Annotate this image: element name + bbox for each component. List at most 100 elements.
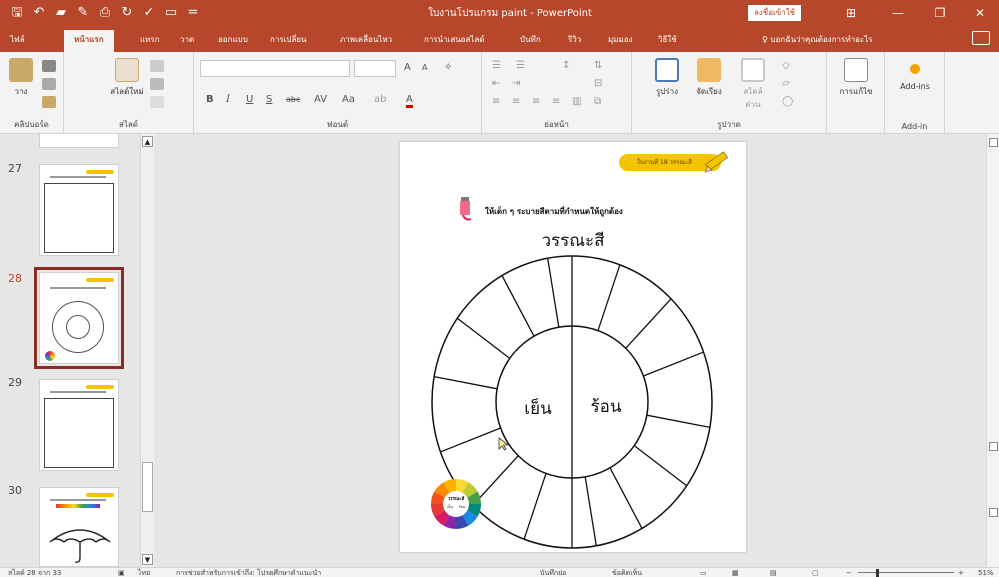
- tab-animations[interactable]: ภาพเคลื่อนไหว: [340, 33, 392, 46]
- font-size-dropdown[interactable]: [354, 60, 396, 77]
- shape-fill-icon[interactable]: ◇: [782, 60, 790, 71]
- ribbon-display-options-icon[interactable]: ⊞: [833, 0, 869, 26]
- spellcheck-icon[interactable]: ▣: [118, 568, 125, 577]
- spelling-icon[interactable]: ✓: [140, 4, 158, 22]
- scroll-box-icon[interactable]: [989, 442, 998, 451]
- align-right-icon[interactable]: ≡: [532, 96, 540, 107]
- scrollbar-thumb[interactable]: [142, 462, 153, 512]
- customize-qat-icon[interactable]: =: [184, 4, 202, 22]
- align-center-icon[interactable]: ≡: [512, 96, 520, 107]
- character-spacing-icon[interactable]: AV: [314, 94, 327, 105]
- layout-icon[interactable]: [150, 60, 164, 72]
- cut-icon[interactable]: [42, 60, 56, 72]
- font-color-icon[interactable]: A: [406, 94, 413, 108]
- accessibility-status[interactable]: การช่วยสำหรับการเข้าถึง: โปรดศึกษาคำแนะน…: [176, 568, 321, 577]
- clear-formatting-icon[interactable]: ✧: [444, 62, 452, 73]
- paste-button[interactable]: วาง: [4, 58, 38, 98]
- tab-file[interactable]: ไฟล์: [10, 33, 25, 46]
- tab-home[interactable]: หน้าแรก: [64, 30, 114, 52]
- format-painter-icon[interactable]: [42, 96, 56, 108]
- italic-button[interactable]: I: [226, 94, 230, 105]
- editing-button[interactable]: การแก้ไข: [839, 58, 873, 98]
- tab-view[interactable]: มุมมอง: [608, 33, 633, 46]
- tab-help[interactable]: วิธีใช้: [658, 33, 677, 46]
- shrink-font-button[interactable]: A: [422, 63, 427, 72]
- zoom-slider-handle[interactable]: [876, 569, 879, 577]
- slide-thumbnail-26[interactable]: [39, 134, 119, 148]
- scroll-down-icon[interactable]: ▼: [142, 554, 153, 565]
- columns-icon[interactable]: ▥: [572, 96, 581, 107]
- minimize-button[interactable]: —: [880, 0, 916, 26]
- slide-editing-canvas[interactable]: ใบงานที่ 18 วรรณะสี ให้เด็ก ๆ ระบายสีตาม…: [160, 134, 986, 567]
- align-text-icon[interactable]: ⊟: [594, 78, 602, 89]
- tab-slideshow[interactable]: การนำเสนอสไลด์: [424, 33, 485, 46]
- format-painter-icon[interactable]: ✎: [74, 4, 92, 22]
- slide-28[interactable]: ใบงานที่ 18 วรรณะสี ให้เด็ก ๆ ระบายสีตาม…: [400, 142, 746, 552]
- tab-design[interactable]: ออกแบบ: [218, 33, 248, 46]
- close-button[interactable]: ✕: [962, 0, 998, 26]
- line-spacing-icon[interactable]: ↕: [562, 60, 570, 71]
- reading-view-icon[interactable]: ▤: [770, 568, 777, 577]
- tab-insert[interactable]: แทรก: [140, 33, 160, 46]
- font-name-dropdown[interactable]: [200, 60, 350, 77]
- new-slide-icon[interactable]: ▭: [162, 4, 180, 22]
- section-icon[interactable]: [150, 96, 164, 108]
- thumbnail-scrollbar[interactable]: ▲ ▼: [140, 134, 154, 567]
- slide-sorter-icon[interactable]: ▦: [732, 568, 739, 577]
- print-icon[interactable]: ⎙: [96, 4, 114, 22]
- save-icon[interactable]: 🖫: [8, 4, 26, 22]
- increase-indent-icon[interactable]: ⇥: [512, 78, 520, 89]
- tell-me-search[interactable]: ♀ บอกฉันว่าคุณต้องการทำอะไร: [762, 33, 873, 46]
- slide-thumbnail-28-selected[interactable]: [34, 267, 124, 369]
- tab-transitions[interactable]: การเปลี่ยน: [270, 33, 307, 46]
- tab-review[interactable]: รีวิว: [568, 33, 581, 46]
- justify-icon[interactable]: ≡: [552, 96, 560, 107]
- reset-icon[interactable]: [150, 78, 164, 90]
- comments-button[interactable]: ข้อคิดเห็น: [612, 568, 642, 577]
- open-folder-icon[interactable]: ▰: [52, 4, 70, 22]
- zoom-out-button[interactable]: −: [846, 568, 852, 577]
- sign-in-button[interactable]: ลงชื่อเข้าใช้: [748, 5, 802, 21]
- shapes-button[interactable]: รูปร่าง: [650, 58, 684, 98]
- notes-button[interactable]: บันทึกย่อ: [540, 568, 566, 577]
- arrange-button[interactable]: จัดเรียง: [692, 58, 726, 98]
- bold-button[interactable]: B: [206, 94, 214, 105]
- comments-icon[interactable]: [972, 31, 990, 45]
- slide-thumbnail-30[interactable]: [39, 487, 119, 567]
- shape-effects-icon[interactable]: ◯: [782, 96, 793, 107]
- tab-draw[interactable]: วาด: [180, 33, 194, 46]
- change-case-button[interactable]: Aa: [342, 94, 355, 105]
- strikethrough-button[interactable]: abc: [286, 95, 300, 104]
- new-slide-button[interactable]: สไลด์ใหม่: [110, 58, 144, 98]
- fit-to-window-icon[interactable]: [989, 508, 998, 517]
- align-left-icon[interactable]: ≡: [492, 96, 500, 107]
- redo-icon[interactable]: ↻: [118, 4, 136, 22]
- grow-font-button[interactable]: A: [404, 62, 411, 73]
- decrease-indent-icon[interactable]: ⇤: [492, 78, 500, 89]
- bullets-icon[interactable]: ☰: [492, 60, 501, 71]
- addins-button[interactable]: Add-ins: [893, 58, 937, 91]
- slideshow-icon[interactable]: ▢: [812, 568, 819, 577]
- language-status[interactable]: ไทย: [138, 568, 150, 577]
- undo-icon[interactable]: ↶: [30, 4, 48, 22]
- scroll-up-icon[interactable]: [989, 138, 998, 147]
- wheel-spoke: [523, 473, 547, 540]
- copy-icon[interactable]: [42, 78, 56, 90]
- slide-thumbnail-29[interactable]: [39, 379, 119, 471]
- smartart-icon[interactable]: ⧉: [594, 96, 601, 107]
- slide-thumbnail-27[interactable]: [39, 164, 119, 256]
- zoom-level[interactable]: 51%: [978, 568, 994, 577]
- quick-styles-button[interactable]: สไตล์ด่วน: [736, 58, 770, 111]
- zoom-in-button[interactable]: +: [958, 568, 964, 577]
- numbering-icon[interactable]: ☰: [516, 60, 525, 71]
- scroll-up-icon[interactable]: ▲: [142, 136, 153, 147]
- shadow-button[interactable]: S: [266, 94, 272, 105]
- highlight-icon[interactable]: ab: [374, 94, 386, 105]
- shape-outline-icon[interactable]: ▱: [782, 78, 790, 89]
- tab-record[interactable]: บันทึก: [520, 33, 541, 46]
- normal-view-icon[interactable]: ▭: [700, 568, 707, 577]
- underline-button[interactable]: U: [246, 94, 253, 105]
- zoom-slider[interactable]: [858, 572, 954, 573]
- maximize-button[interactable]: ❐: [922, 0, 958, 26]
- text-direction-icon[interactable]: ⇅: [594, 60, 602, 71]
